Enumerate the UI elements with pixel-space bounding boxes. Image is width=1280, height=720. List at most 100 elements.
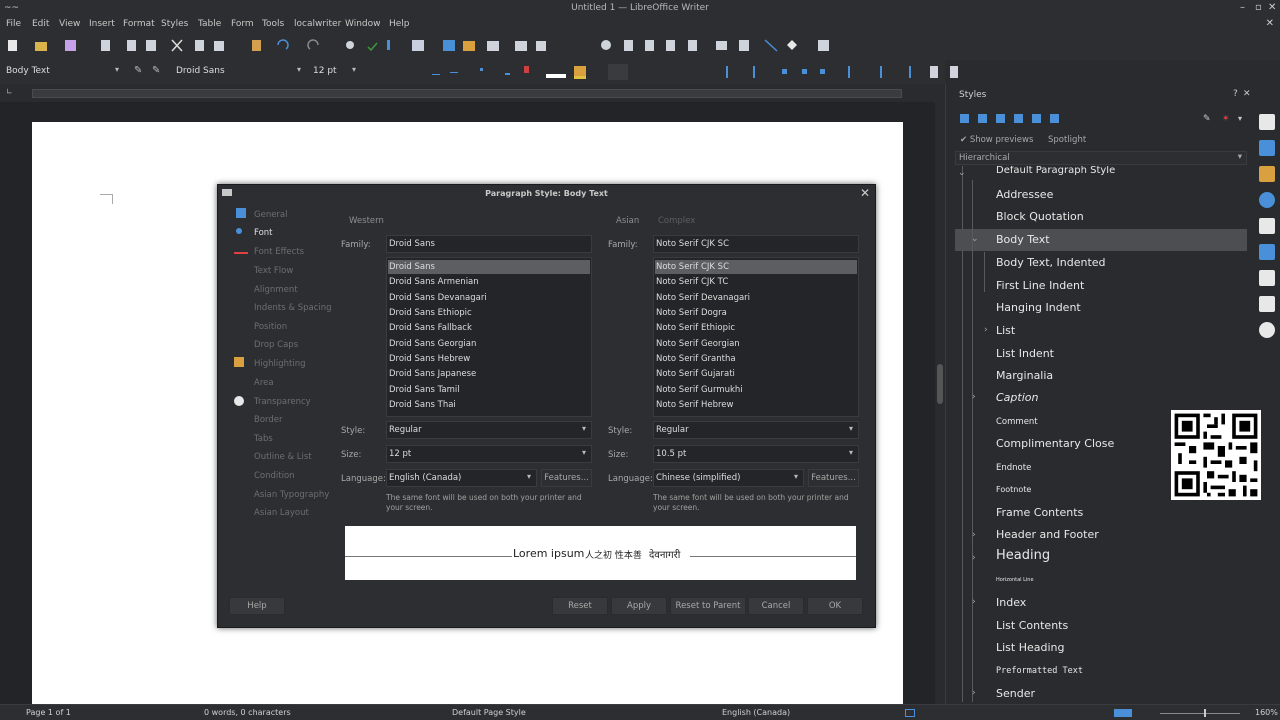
menu-file[interactable]: File: [6, 19, 21, 29]
font-list-item[interactable]: Droid Sans Thai: [389, 400, 456, 410]
nav-drop-caps[interactable]: Drop Caps: [254, 340, 298, 350]
chevron-down-icon[interactable]: ⌄: [958, 168, 966, 178]
style-item-selected[interactable]: Body Text: [996, 233, 1050, 246]
asian-language-select[interactable]: Chinese (simplified) ▾: [653, 469, 804, 487]
font-list-item[interactable]: Noto Serif Hebrew: [656, 400, 733, 410]
font-list-item[interactable]: Noto Serif Georgian: [656, 339, 740, 349]
menu-edit[interactable]: Edit: [32, 19, 49, 29]
spotlight-checkbox[interactable]: Spotlight: [1048, 135, 1086, 145]
font-list-item[interactable]: Droid Sans Georgian: [389, 339, 476, 349]
chevron-down-icon[interactable]: ⌄: [971, 234, 979, 244]
nav-text-flow[interactable]: Text Flow: [254, 266, 293, 276]
chevron-down-icon[interactable]: ▾: [849, 448, 853, 457]
font-list-item[interactable]: Droid Sans Hebrew: [389, 354, 470, 364]
style-category-icons[interactable]: [958, 110, 1078, 130]
nav-border[interactable]: Border: [254, 415, 283, 425]
navigator-icon[interactable]: [1259, 192, 1275, 208]
vertical-scrollbar[interactable]: [935, 84, 945, 704]
menu-format[interactable]: Format: [123, 19, 155, 29]
nav-transparency[interactable]: Transparency: [254, 397, 311, 407]
chevron-down-icon[interactable]: ▾: [582, 424, 586, 433]
style-item[interactable]: List: [996, 324, 1015, 337]
new-style-icon[interactable]: ✎: [152, 65, 160, 76]
language-status[interactable]: English (Canada): [722, 708, 790, 717]
chevron-down-icon[interactable]: ▾: [352, 65, 356, 74]
style-item[interactable]: Addressee: [996, 188, 1053, 201]
style-item[interactable]: List Heading: [996, 641, 1065, 654]
chevron-down-icon[interactable]: ▾: [582, 448, 586, 457]
page-icon[interactable]: [1259, 218, 1275, 234]
tab-type-icon[interactable]: ∟: [6, 87, 13, 96]
gallery-icon[interactable]: [1259, 166, 1275, 182]
menu-help[interactable]: Help: [389, 19, 410, 29]
font-list-item[interactable]: Droid Sans: [389, 262, 435, 272]
style-item[interactable]: Sender: [996, 687, 1035, 700]
nav-asian-typography[interactable]: Asian Typography: [254, 490, 329, 500]
properties-icon[interactable]: [1259, 114, 1275, 130]
asian-family-input[interactable]: Noto Serif CJK SC: [653, 235, 859, 253]
sidebar-close-icon[interactable]: ✕: [1243, 89, 1251, 99]
chevron-down-icon[interactable]: ▾: [527, 472, 531, 481]
western-family-input[interactable]: Droid Sans: [386, 235, 592, 253]
western-font-list[interactable]: Droid Sans Droid Sans Armenian Droid San…: [386, 257, 592, 417]
style-item[interactable]: List Indent: [996, 347, 1054, 360]
font-list-item[interactable]: Noto Serif Ethiopic: [656, 323, 735, 333]
formatting-toolbar-icons[interactable]: [370, 60, 970, 84]
scroll-thumb[interactable]: [937, 364, 943, 404]
western-language-select[interactable]: English (Canada) ▾: [386, 469, 537, 487]
nav-alignment[interactable]: Alignment: [254, 285, 298, 295]
style-item[interactable]: Complimentary Close: [996, 437, 1114, 450]
style-item[interactable]: Header and Footer: [996, 528, 1099, 541]
new-style-icon[interactable]: ✶: [1222, 114, 1230, 124]
style-item[interactable]: Frame Contents: [996, 506, 1083, 519]
font-list-item[interactable]: Noto Serif Devanagari: [656, 293, 750, 303]
design-icon[interactable]: [1259, 296, 1275, 312]
style-item[interactable]: Horizontal Line: [996, 577, 1034, 583]
horizontal-ruler[interactable]: ∟: [0, 84, 945, 102]
font-size-combo[interactable]: 12 pt ▾: [309, 64, 359, 80]
update-style-icon[interactable]: ✎: [134, 65, 142, 76]
chevron-right-icon[interactable]: ›: [972, 688, 976, 698]
asian-size-select[interactable]: 10.5 pt ▾: [653, 445, 859, 463]
menu-tools[interactable]: Tools: [262, 19, 284, 29]
chevron-down-icon[interactable]: ▾: [115, 65, 119, 74]
chevron-down-icon[interactable]: ▾: [1238, 152, 1242, 162]
close-icon[interactable]: ✕: [860, 186, 870, 200]
asian-font-list[interactable]: Noto Serif CJK SC Noto Serif CJK TC Noto…: [653, 257, 859, 417]
book-view-icon[interactable]: [1114, 709, 1132, 717]
asian-features-button[interactable]: Features...: [808, 469, 859, 487]
chevron-down-icon[interactable]: ▾: [297, 65, 301, 74]
style-item[interactable]: Comment: [996, 417, 1038, 427]
style-item[interactable]: Body Text, Indented: [996, 256, 1106, 269]
zoom-slider-thumb[interactable]: [1204, 709, 1206, 717]
font-list-item[interactable]: Noto Serif Dogra: [656, 308, 727, 318]
font-list-item[interactable]: Droid Sans Japanese: [389, 369, 476, 379]
style-item[interactable]: Caption: [996, 391, 1038, 404]
standard-toolbar-icons[interactable]: [0, 33, 940, 60]
page-count[interactable]: Page 1 of 1: [26, 708, 71, 717]
style-item[interactable]: Hanging Indent: [996, 301, 1081, 314]
font-list-item[interactable]: Droid Sans Ethiopic: [389, 308, 472, 318]
help-button[interactable]: Help: [229, 597, 285, 615]
menu-localwriter[interactable]: localwriter: [294, 19, 341, 29]
chevron-right-icon[interactable]: ›: [972, 553, 976, 563]
style-item[interactable]: Default Paragraph Style: [996, 166, 1115, 176]
manage-changes-icon[interactable]: [1259, 270, 1275, 286]
menu-styles[interactable]: Styles: [161, 19, 188, 29]
nav-condition[interactable]: Condition: [254, 471, 295, 481]
menu-window[interactable]: Window: [345, 19, 381, 29]
chevron-right-icon[interactable]: ›: [972, 597, 976, 607]
chevron-right-icon[interactable]: ›: [984, 325, 988, 335]
style-item[interactable]: Block Quotation: [996, 210, 1084, 223]
nav-asian-layout[interactable]: Asian Layout: [254, 508, 309, 518]
font-list-item[interactable]: Noto Serif CJK TC: [656, 277, 728, 287]
ok-button[interactable]: OK: [807, 597, 863, 615]
font-list-item[interactable]: Noto Serif Gujarati: [656, 369, 735, 379]
cancel-button[interactable]: Cancel: [748, 597, 804, 615]
close-document-icon[interactable]: ✕: [1266, 18, 1274, 29]
style-item[interactable]: List Contents: [996, 619, 1068, 632]
asian-style-select[interactable]: Regular ▾: [653, 421, 859, 439]
zoom-slider[interactable]: [1160, 713, 1240, 714]
chevron-down-icon[interactable]: ▾: [1238, 114, 1242, 123]
nav-font[interactable]: Font: [254, 228, 273, 238]
